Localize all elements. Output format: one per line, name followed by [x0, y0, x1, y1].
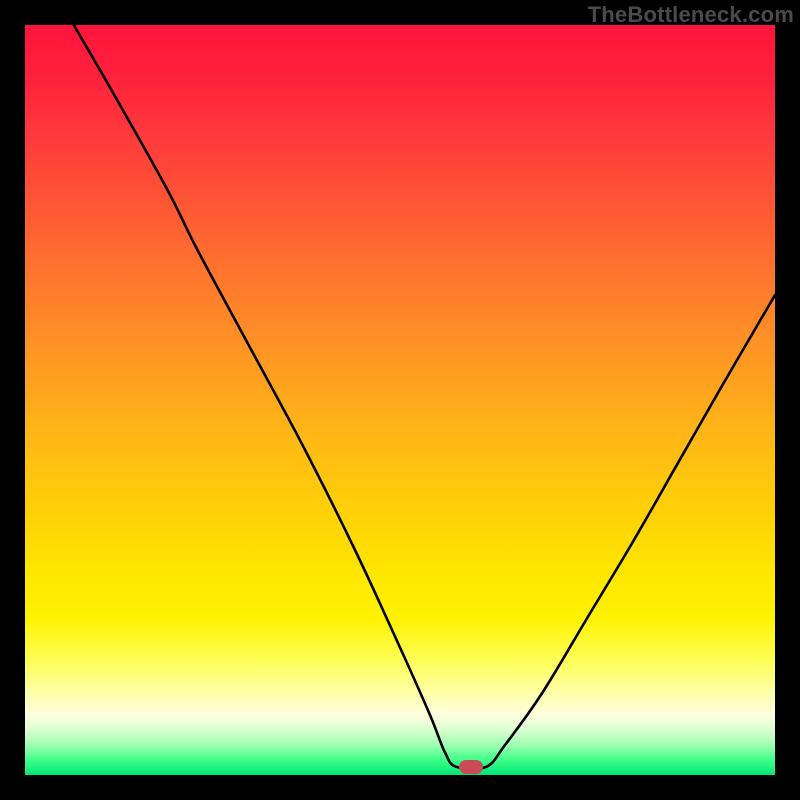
curve-layer — [25, 25, 775, 775]
bottleneck-curve — [74, 25, 775, 769]
optimal-marker — [459, 760, 483, 774]
chart-frame: TheBottleneck.com — [0, 0, 800, 800]
watermark-text: TheBottleneck.com — [588, 2, 794, 28]
plot-area — [25, 25, 775, 775]
